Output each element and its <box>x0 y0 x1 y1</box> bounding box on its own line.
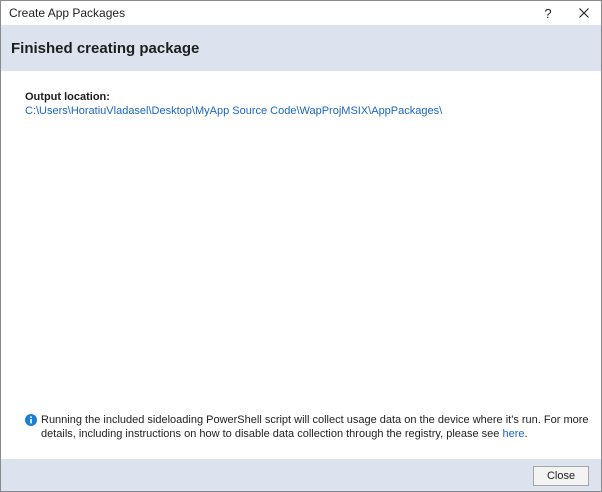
window-close-button[interactable] <box>567 1 601 25</box>
info-text: Running the included sideloading PowerSh… <box>41 413 591 441</box>
title-bar: Create App Packages ? <box>1 1 601 25</box>
output-section: Output location: C:\Users\HoratiuVladase… <box>25 91 585 117</box>
info-icon <box>25 414 37 426</box>
dialog-window: Create App Packages ? Finished creating … <box>0 0 602 492</box>
here-link[interactable]: here <box>502 428 524 440</box>
page-title: Finished creating package <box>11 40 200 57</box>
header-banner: Finished creating package <box>1 25 601 71</box>
close-icon <box>579 8 589 18</box>
help-label: ? <box>544 5 552 21</box>
output-location-link[interactable]: C:\Users\HoratiuVladasel\Desktop\MyApp S… <box>25 105 585 117</box>
footer-bar: Close <box>1 459 601 491</box>
window-title: Create App Packages <box>9 6 126 20</box>
help-button[interactable]: ? <box>531 1 565 25</box>
close-button[interactable]: Close <box>533 466 589 486</box>
info-message-tail: . <box>524 428 528 440</box>
output-location-label: Output location: <box>25 91 110 103</box>
